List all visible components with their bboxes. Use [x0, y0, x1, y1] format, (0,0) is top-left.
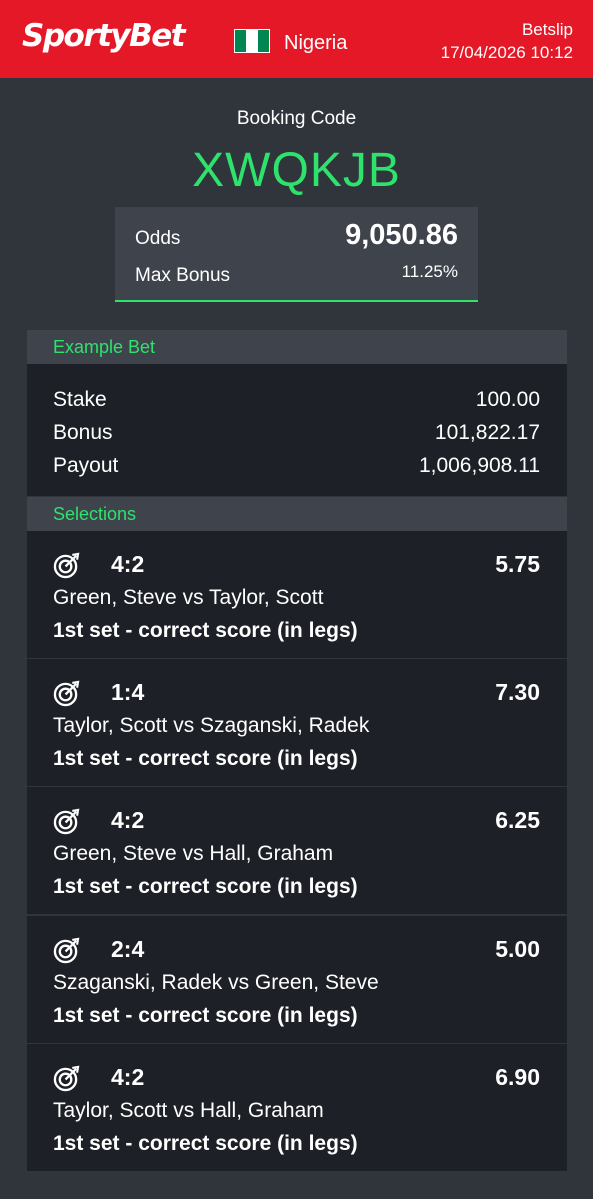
selection-item[interactable]: 4:2 6.25 Green, Steve vs Hall, Graham 1s… [27, 787, 567, 914]
selection-odds: 6.90 [495, 1064, 540, 1090]
booking-code-label: Booking Code [236, 108, 357, 129]
max-bonus-label: Max Bonus [135, 265, 231, 286]
booking-code[interactable]: XWQKJB [0, 143, 593, 198]
country-label: Nigeria [284, 32, 348, 54]
selection-item[interactable]: 4:2 5.75 Green, Steve vs Taylor, Scott 1… [27, 531, 567, 658]
selection-match: Green, Steve vs Taylor, Scott [53, 586, 324, 609]
selection-match: Szaganski, Radek vs Green, Steve [53, 971, 379, 994]
nigeria-flag-icon [234, 29, 270, 53]
dartboard-icon [53, 937, 80, 964]
odds-summary: Odds 9,050.86 Max Bonus 11.25% [115, 207, 478, 302]
payout-value: 1,006,908.11 [418, 454, 540, 477]
selection-score: 4:2 [111, 807, 145, 833]
total-odds: 9,050.86 [345, 219, 458, 251]
betslip-info: Betslip 17/04/2026 10:12 [441, 18, 573, 64]
betslip-label: Betslip [521, 20, 573, 39]
stake-label: Stake [53, 388, 107, 411]
selection-score: 4:2 [111, 1064, 145, 1090]
selection-score: 4:2 [111, 551, 145, 577]
selections-heading: Selections [27, 497, 567, 531]
selection-market: 1st set - correct score (in legs) [53, 875, 358, 898]
selection-item[interactable]: 2:4 5.00 Szaganski, Radek vs Green, Stev… [27, 916, 567, 1043]
stake-value: 100.00 [475, 388, 540, 411]
selection-score: 1:4 [111, 679, 145, 705]
selection-market: 1st set - correct score (in legs) [53, 747, 358, 770]
selection-item[interactable]: 4:2 6.90 Taylor, Scott vs Hall, Graham 1… [27, 1044, 567, 1171]
selection-market: 1st set - correct score (in legs) [53, 1004, 358, 1027]
selection-odds: 6.25 [495, 807, 540, 833]
selection-score: 2:4 [111, 936, 145, 962]
selection-match: Taylor, Scott vs Hall, Graham [53, 1099, 324, 1122]
selection-match: Taylor, Scott vs Szaganski, Radek [53, 714, 370, 737]
selection-match: Green, Steve vs Hall, Graham [53, 842, 334, 865]
payout-label: Payout [53, 454, 119, 477]
max-bonus-value: 11.25% [401, 262, 458, 281]
odds-label: Odds [135, 228, 181, 249]
selection-item[interactable]: 1:4 7.30 Taylor, Scott vs Szaganski, Rad… [27, 659, 567, 786]
selection-odds: 5.75 [495, 551, 540, 577]
bonus-value: 101,822.17 [434, 421, 540, 444]
bonus-label: Bonus [53, 421, 113, 444]
selection-odds: 7.30 [495, 679, 540, 705]
dartboard-icon [53, 552, 80, 579]
selection-odds: 5.00 [495, 936, 540, 962]
selection-market: 1st set - correct score (in legs) [53, 1132, 358, 1155]
dartboard-icon [53, 1065, 80, 1092]
dartboard-icon [53, 808, 80, 835]
selection-market: 1st set - correct score (in legs) [53, 619, 358, 642]
sportybet-logo[interactable]: SportyBet [22, 18, 186, 54]
app-header: SportyBet Nigeria Betslip 17/04/2026 10:… [0, 0, 593, 78]
dartboard-icon [53, 680, 80, 707]
betslip-datetime: 17/04/2026 10:12 [440, 43, 573, 62]
example-bet-heading: Example Bet [27, 330, 567, 364]
